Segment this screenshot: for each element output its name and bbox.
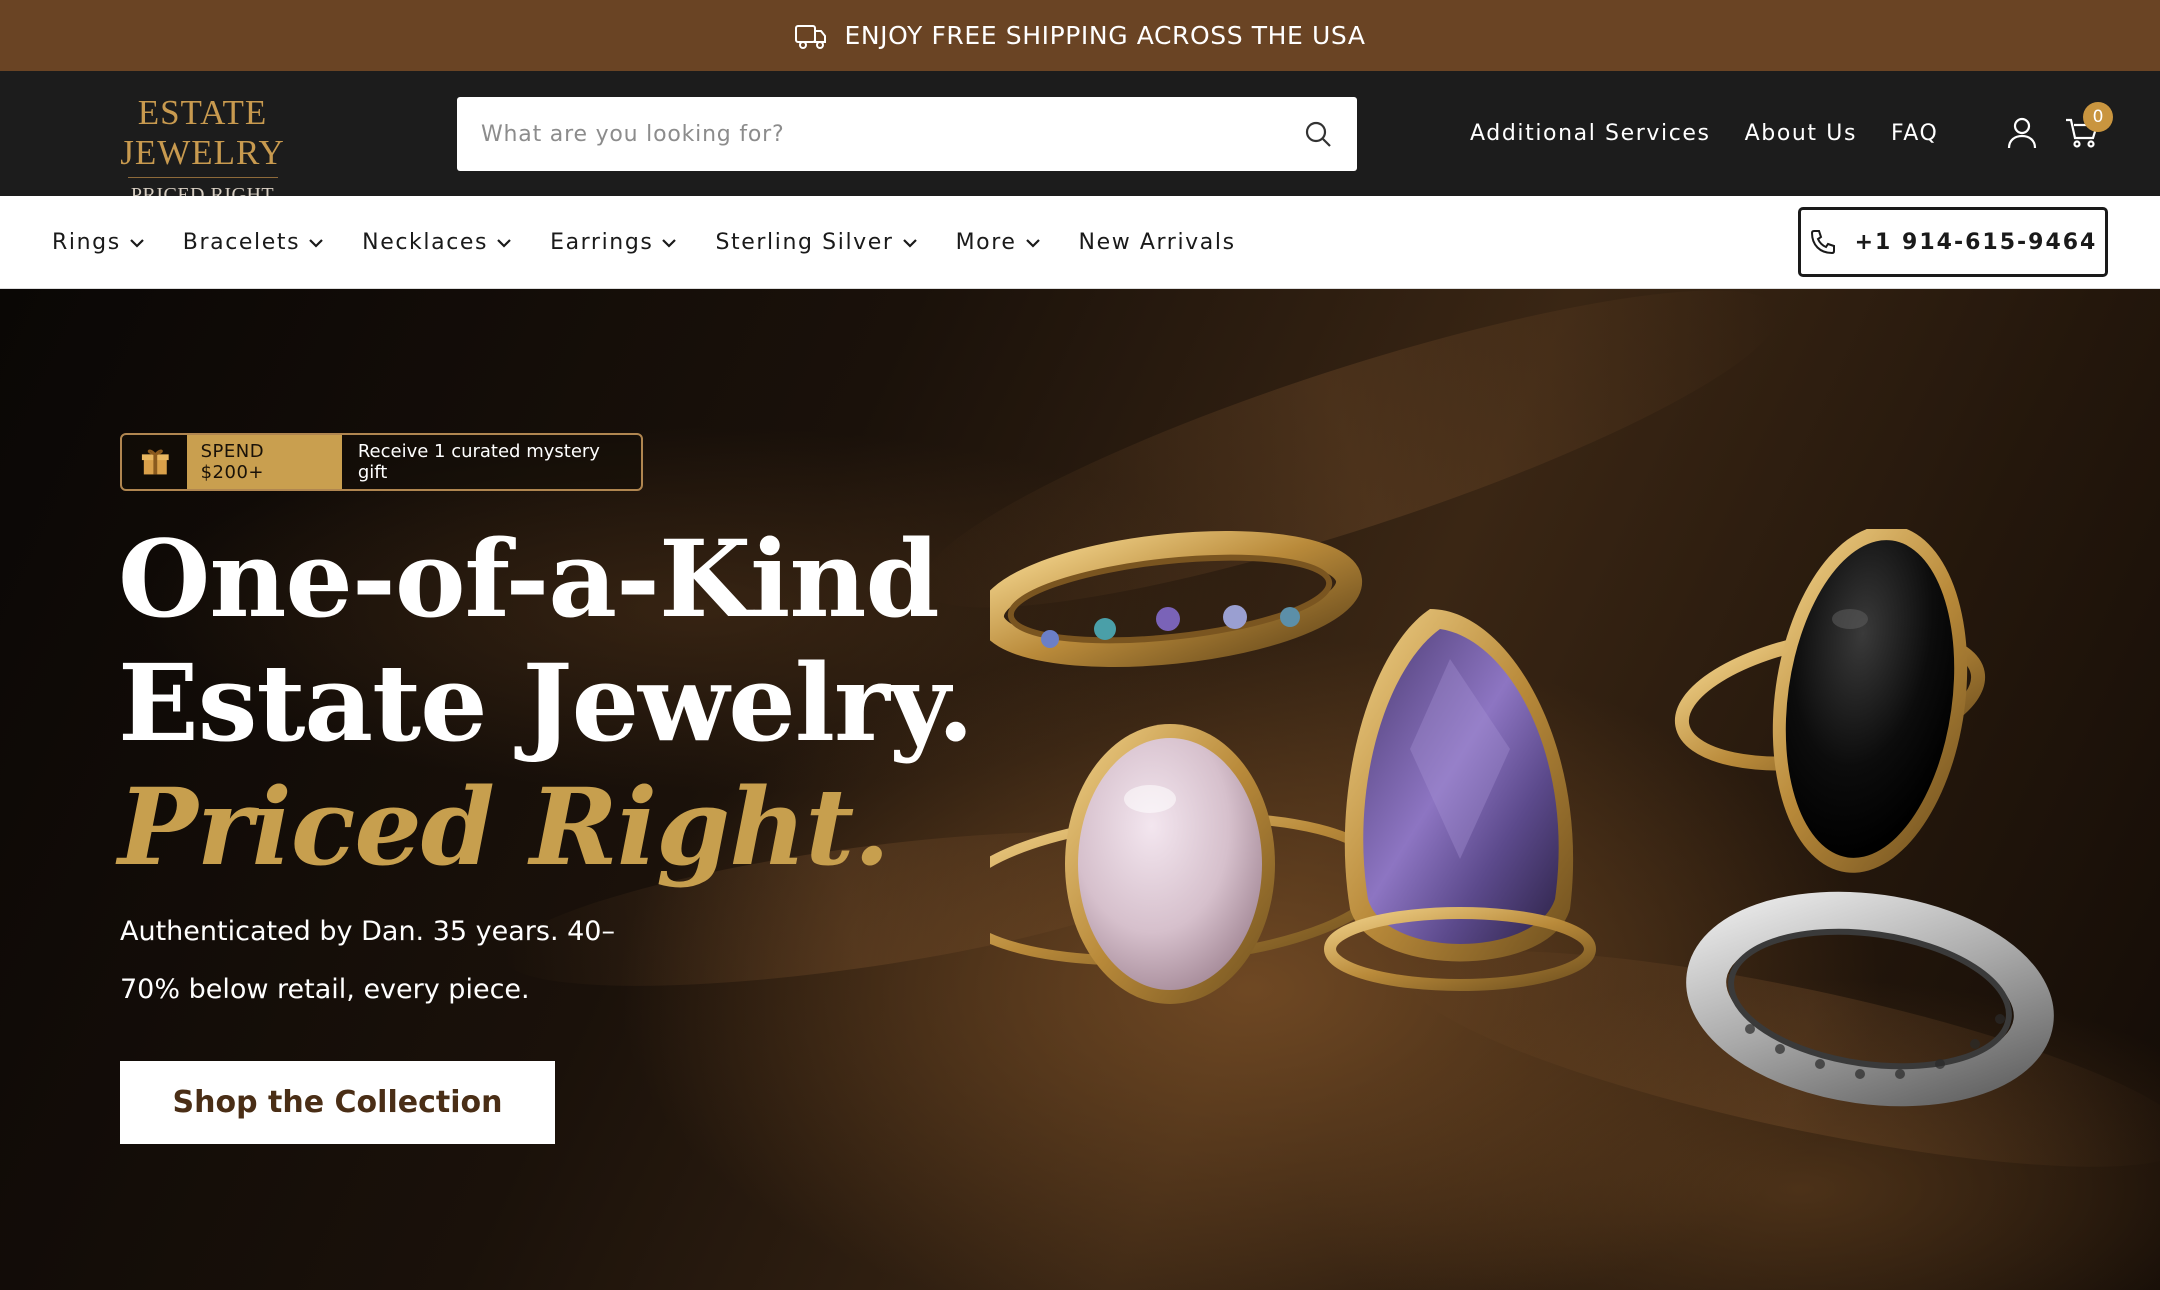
category-label: More [955, 230, 1017, 255]
shop-collection-button[interactable]: Shop the Collection [120, 1061, 555, 1144]
category-necklaces[interactable]: Necklaces [362, 230, 514, 255]
category-label: New Arrivals [1078, 230, 1236, 255]
hero-subtitle: Authenticated by Dan. 35 years. 40– 70% … [120, 903, 680, 1019]
promo-badge: SPEND $200+ Receive 1 curated mystery gi… [120, 433, 643, 491]
category-label: Rings [52, 230, 121, 255]
category-label: Necklaces [362, 230, 489, 255]
announcement-text: ENJOY FREE SHIPPING ACROSS THE USA [844, 21, 1366, 50]
hero-heading: One-of-a-Kind Estate Jewelry. Priced Rig… [118, 517, 1018, 889]
promo-text: Receive 1 curated mystery gift [357, 441, 600, 483]
subtitle-line2: 70% below retail, every piece. [120, 974, 530, 1005]
chevron-down-icon [1025, 238, 1040, 248]
phone-number: +1 914-615-9464 [1854, 229, 2098, 255]
cart-count-badge: 0 [2083, 102, 2113, 132]
category-new-arrivals[interactable]: New Arrivals [1079, 230, 1236, 255]
search-bar [457, 97, 1357, 171]
nav-faq[interactable]: FAQ [1891, 121, 1938, 146]
category-nav: Rings Bracelets Necklaces Earrings Sterl… [0, 196, 2160, 289]
phone-icon [1810, 230, 1835, 255]
main-header: ESTATE JEWELRY PRICED RIGHT Additional S… [0, 71, 2160, 206]
announcement-bar: ENJOY FREE SHIPPING ACROSS THE USA [0, 0, 2160, 71]
category-label: Sterling Silver [715, 230, 894, 255]
logo-line1: ESTATE JEWELRY [120, 93, 285, 172]
chevron-down-icon [130, 238, 144, 248]
heading-line2: Estate Jewelry. [118, 640, 974, 765]
chevron-down-icon [309, 238, 323, 248]
chevron-down-icon [902, 238, 917, 248]
category-sterling-silver[interactable]: Sterling Silver [715, 230, 919, 255]
top-nav: Additional Services About Us FAQ [1470, 71, 1938, 196]
nav-additional-services[interactable]: Additional Services [1470, 121, 1711, 146]
account-icon[interactable] [2006, 116, 2038, 150]
phone-button[interactable]: +1 914-615-9464 [1798, 207, 2108, 277]
truck-icon [795, 24, 827, 49]
category-bracelets[interactable]: Bracelets [183, 230, 326, 255]
logo-divider [127, 177, 278, 178]
search-input[interactable] [481, 121, 1291, 147]
category-rings[interactable]: Rings [52, 230, 147, 255]
heading-line3: Priced Right. [118, 764, 890, 889]
category-more[interactable]: More [956, 230, 1043, 255]
rings-image [990, 529, 2054, 1107]
category-earrings[interactable]: Earrings [550, 230, 679, 255]
nav-about-us[interactable]: About Us [1745, 121, 1857, 146]
subtitle-line1: Authenticated by Dan. 35 years. 40– [120, 916, 615, 947]
chevron-down-icon [497, 238, 511, 248]
gift-icon [141, 449, 169, 475]
chevron-down-icon [662, 238, 677, 248]
hero-section: SPEND $200+ Receive 1 curated mystery gi… [0, 289, 2160, 1290]
heading-line1: One-of-a-Kind [118, 516, 940, 641]
category-label: Bracelets [182, 230, 301, 255]
search-icon[interactable] [1303, 119, 1333, 149]
logo[interactable]: ESTATE JEWELRY PRICED RIGHT [60, 93, 345, 206]
category-label: Earrings [550, 230, 654, 255]
promo-tag: SPEND $200+ [186, 435, 342, 489]
